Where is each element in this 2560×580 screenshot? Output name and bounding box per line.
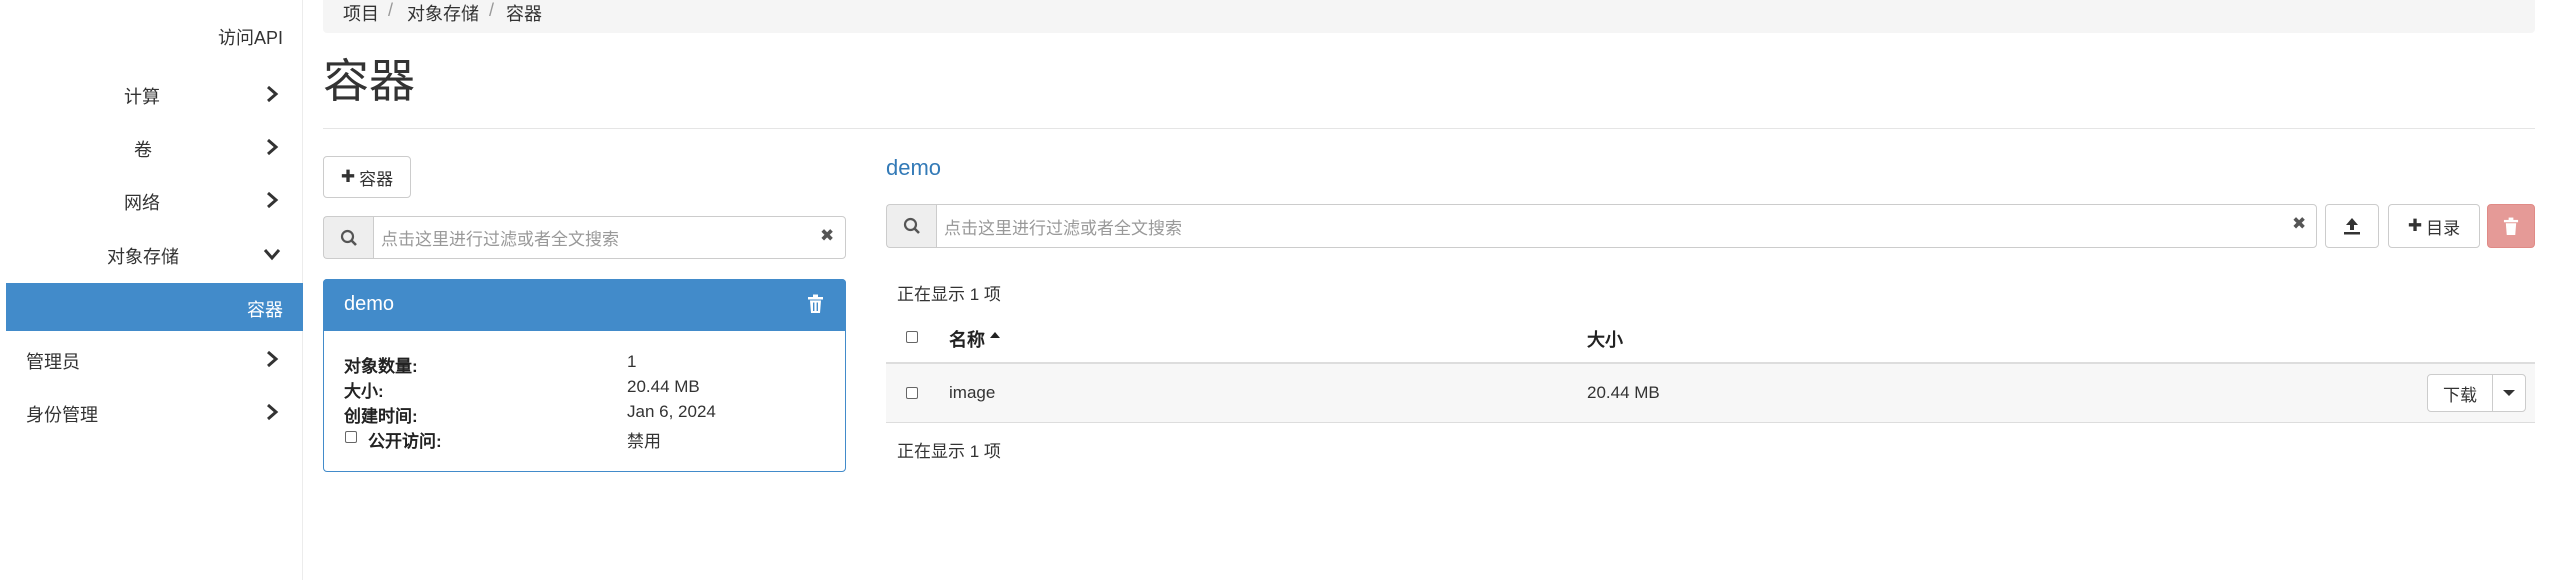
item-count-bottom: 正在显示 1 项 — [897, 442, 1001, 461]
public-access-checkbox[interactable] — [345, 431, 357, 443]
column-header-size[interactable]: 大小 — [1587, 326, 1623, 352]
sidebar-item-object-storage[interactable]: 对象存储 — [0, 230, 303, 278]
download-label: 下载 — [2443, 385, 2477, 405]
chevron-right-icon — [267, 191, 279, 209]
upload-icon — [2344, 218, 2360, 235]
container-panel-header[interactable] — [323, 279, 846, 331]
add-folder-button[interactable]: ✚ 目录 — [2388, 204, 2480, 248]
clear-search-icon[interactable]: ✖ — [2292, 214, 2306, 234]
table-row[interactable] — [886, 362, 2535, 423]
breadcrumb-separator: / — [489, 0, 495, 20]
chevron-right-icon — [267, 350, 279, 368]
created-value: Jan 6, 2024 — [627, 402, 716, 421]
search-icon — [340, 229, 357, 246]
sidebar-item-containers[interactable]: 容器 — [6, 283, 303, 331]
chevron-down-icon — [263, 249, 281, 261]
sidebar-item-label: 身份管理 — [26, 405, 98, 425]
chevron-right-icon — [267, 85, 279, 103]
size-label: 大小: — [344, 382, 384, 401]
row-actions-dropdown[interactable] — [2492, 374, 2526, 412]
object-count-label: 对象数量: — [344, 357, 418, 376]
object-name[interactable]: image — [949, 383, 995, 403]
delete-button[interactable] — [2487, 204, 2535, 248]
divider — [323, 128, 2535, 129]
search-placeholder: 点击这里进行过滤或者全文搜索 — [944, 218, 1182, 238]
chevron-right-icon — [267, 138, 279, 156]
download-button[interactable]: 下载 — [2427, 374, 2493, 412]
api-access-link[interactable]: 访问API — [0, 24, 283, 50]
object-count-value: 1 — [627, 352, 637, 371]
chevron-right-icon — [267, 403, 279, 421]
sidebar-item-label: 网络 — [124, 193, 160, 213]
clear-search-icon[interactable]: ✖ — [820, 226, 834, 246]
column-header-name[interactable]: 名称 — [949, 326, 985, 352]
search-addon — [886, 204, 936, 248]
search-placeholder: 点击这里进行过滤或者全文搜索 — [381, 230, 619, 249]
caret-down-icon — [2503, 390, 2515, 396]
sidebar-item-label: 容器 — [247, 300, 283, 320]
page-title: 容器 — [323, 55, 415, 107]
created-label: 创建时间: — [344, 407, 418, 426]
sidebar: 访问API 计算 卷 网络 对象存储 容器 管理员 身份管理 — [0, 0, 303, 580]
plus-icon: ✚ — [340, 167, 356, 186]
sort-asc-icon[interactable] — [989, 331, 1001, 339]
search-addon — [323, 216, 373, 259]
breadcrumb-item[interactable]: 对象存储 — [407, 0, 479, 26]
sidebar-item-label: 对象存储 — [107, 247, 179, 267]
sidebar-item-label: 计算 — [124, 87, 160, 107]
container-name: demo — [344, 293, 395, 315]
sidebar-item-volumes[interactable]: 卷 — [0, 123, 303, 171]
container-search-input[interactable]: 点击这里进行过滤或者全文搜索 — [373, 216, 846, 259]
public-access-value: 禁用 — [627, 432, 661, 451]
breadcrumb-item[interactable]: 项目 — [343, 0, 379, 26]
trash-icon — [2503, 217, 2519, 235]
size-value: 20.44 MB — [627, 377, 700, 396]
sidebar-item-network[interactable]: 网络 — [0, 176, 303, 224]
add-folder-label: 目录 — [2426, 218, 2461, 238]
object-size: 20.44 MB — [1587, 383, 1660, 402]
search-icon — [903, 217, 920, 234]
trash-icon[interactable] — [807, 294, 824, 314]
sidebar-item-label: 管理员 — [26, 352, 80, 372]
add-container-label: 容器 — [359, 169, 394, 189]
sidebar-item-admin[interactable]: 管理员 — [0, 335, 303, 383]
sidebar-item-identity[interactable]: 身份管理 — [0, 388, 303, 436]
item-count-top: 正在显示 1 项 — [897, 285, 1001, 304]
breadcrumb-item: 容器 — [506, 4, 542, 24]
upload-button[interactable] — [2325, 204, 2379, 248]
container-link[interactable]: demo — [886, 155, 941, 181]
row-checkbox[interactable] — [906, 387, 918, 399]
select-all-checkbox[interactable] — [906, 331, 918, 343]
breadcrumb: 项目 / 对象存储 / 容器 — [323, 0, 2535, 33]
sidebar-item-label: 卷 — [134, 140, 152, 160]
sidebar-item-compute[interactable]: 计算 — [0, 70, 303, 118]
public-access-label: 公开访问: — [368, 432, 442, 451]
breadcrumb-separator: / — [388, 0, 394, 20]
object-search-input[interactable]: 点击这里进行过滤或者全文搜索 — [936, 204, 2317, 248]
plus-icon: ✚ — [2407, 216, 2423, 235]
add-container-button[interactable]: ✚ 容器 — [323, 156, 411, 198]
